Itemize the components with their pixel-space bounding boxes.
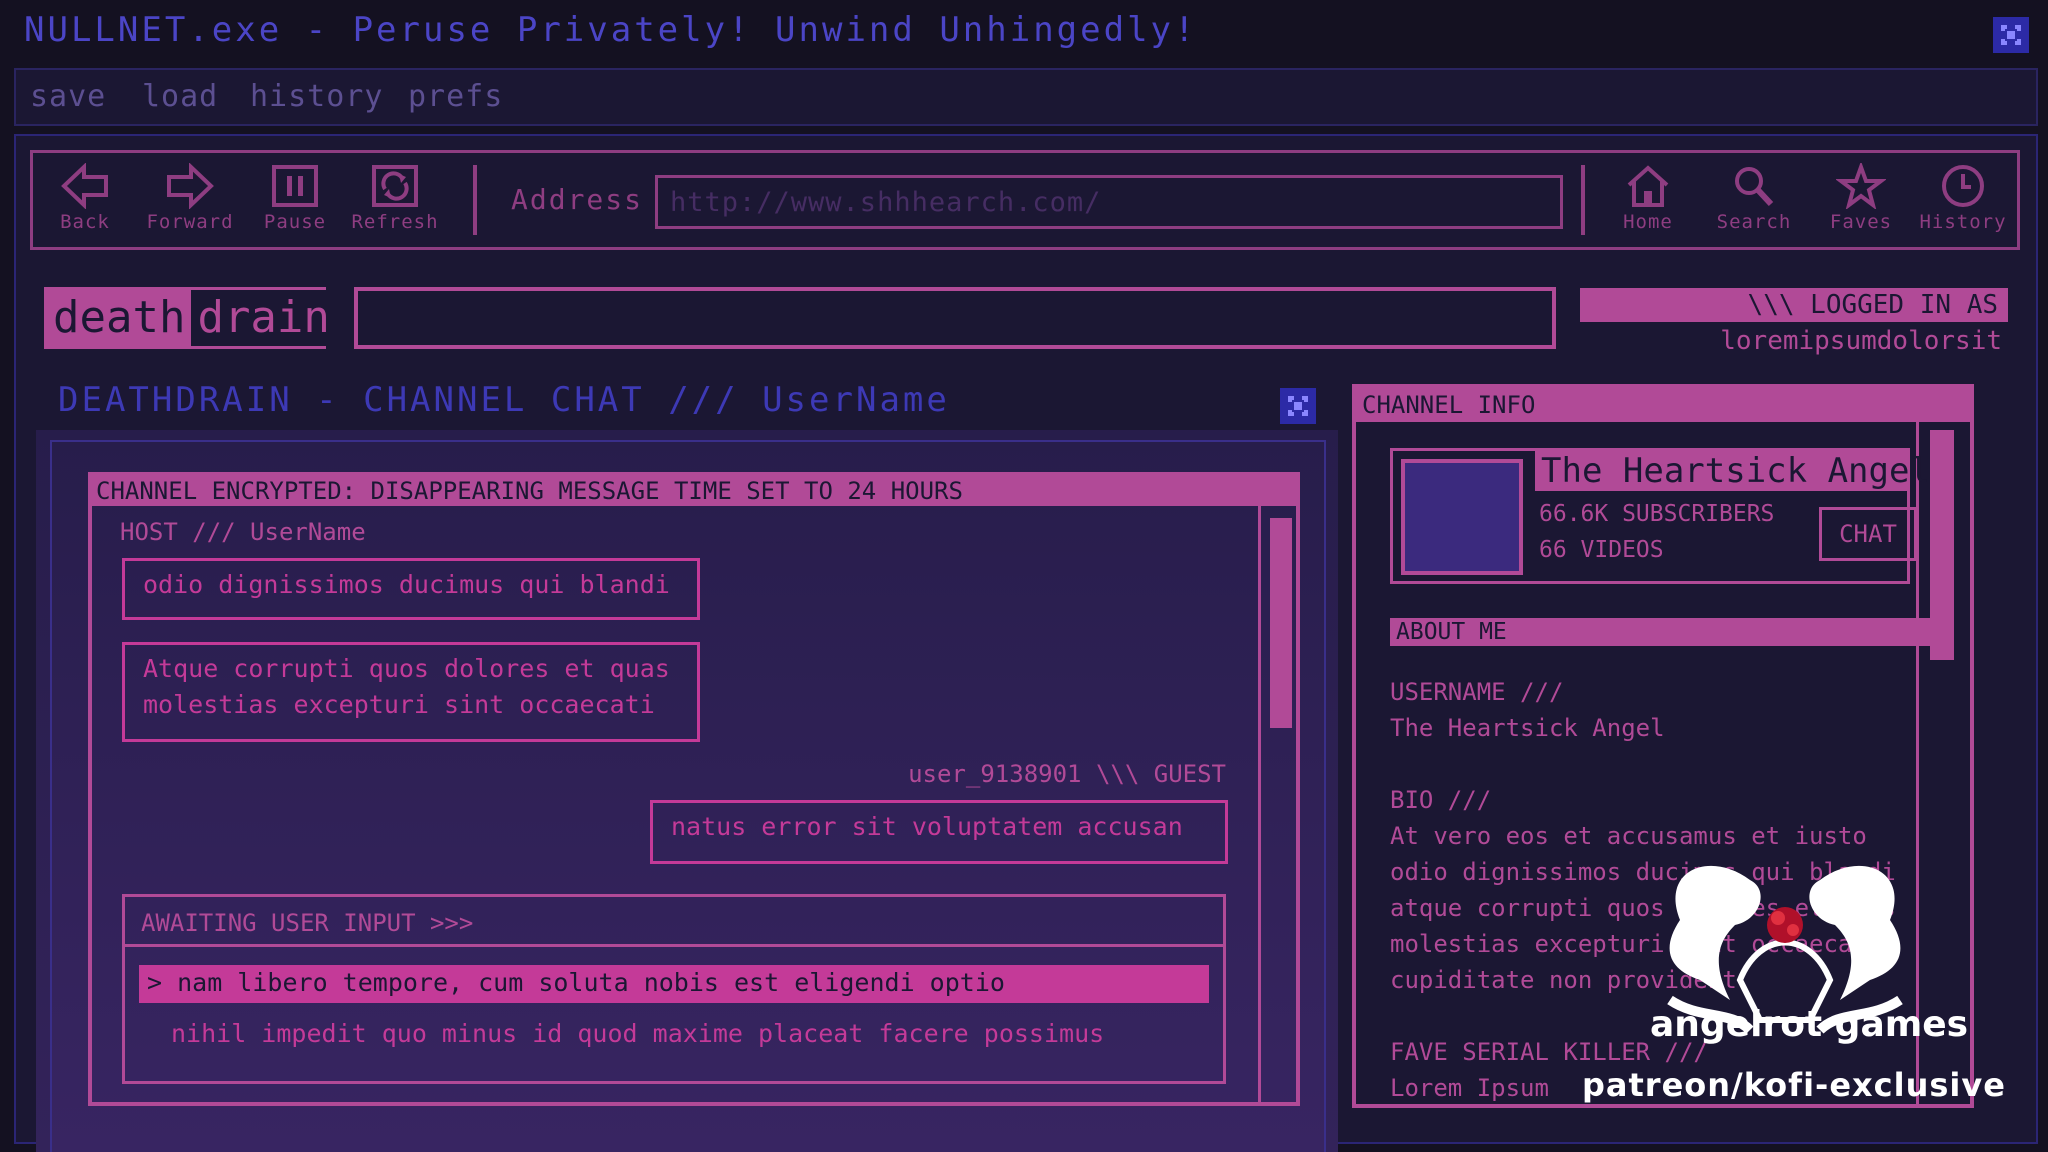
title-bar: NULLNET.exe - Peruse Privately! Unwind U… [0, 0, 2048, 68]
bio-label: BIO /// [1390, 786, 1492, 814]
pause-button[interactable]: Pause [255, 153, 335, 247]
forward-button[interactable]: Forward [137, 153, 243, 247]
close-icon [1288, 396, 1308, 416]
guest-message: natus error sit voluptatem accusan [650, 800, 1228, 864]
address-label: Address [511, 183, 644, 216]
star-icon [1836, 163, 1886, 209]
close-icon [2001, 25, 2021, 45]
menu-save[interactable]: save [30, 79, 106, 114]
message-text: Atque corrupti quos dolores et quas [143, 654, 670, 683]
video-count: 66 VIDEOS [1539, 537, 1664, 563]
logged-in-username[interactable]: loremipsumdolorsit [1580, 326, 2008, 356]
home-button[interactable]: Home [1603, 153, 1693, 247]
menu-load[interactable]: load [142, 79, 218, 114]
host-label: HOST /// UserName [120, 518, 366, 546]
user-input-panel: AWAITING USER INPUT >>> > nam libero tem… [122, 894, 1226, 1084]
encryption-notice: CHANNEL ENCRYPTED: DISAPPEARING MESSAGE … [92, 476, 1296, 506]
menu-history[interactable]: history [250, 79, 383, 114]
toolbar-divider [473, 165, 477, 235]
forward-arrow-icon [167, 163, 214, 209]
back-label: Back [60, 211, 110, 233]
search-icon [1735, 167, 1774, 207]
pause-icon [272, 165, 318, 207]
site-logo[interactable]: death drain [44, 287, 336, 349]
back-button[interactable]: Back [45, 153, 125, 247]
menu-prefs[interactable]: prefs [408, 79, 503, 114]
about-me-header: ABOUT ME [1390, 618, 1942, 646]
refresh-label: Refresh [351, 211, 439, 233]
message-text: natus error sit voluptatem accusan [671, 812, 1183, 841]
back-arrow-icon [61, 163, 108, 209]
username-label: USERNAME /// [1390, 678, 1564, 706]
home-icon [1627, 165, 1669, 207]
watermark-brand: angelrot games [1650, 1004, 1969, 1045]
logged-in-banner: \\\ LOGGED IN AS [1580, 288, 2008, 322]
refresh-button[interactable]: Refresh [343, 153, 447, 247]
forward-label[interactable]: Forward [146, 211, 233, 233]
site-search-input[interactable] [354, 287, 1556, 349]
window-title: NULLNET.exe - Peruse Privately! Unwind U… [24, 10, 1198, 50]
browser-toolbar: Back Forward Pause Refresh Address Home [30, 150, 2020, 250]
chat-window: DEATHDRAIN - CHANNEL CHAT /// UserName C… [36, 370, 1338, 1152]
guest-label: user_9138901 \\\ GUEST [908, 760, 1226, 788]
fave-serial-killer-value: Lorem Ipsum [1390, 1074, 1549, 1102]
address-input[interactable] [655, 175, 1563, 229]
history-label: History [1919, 211, 2007, 233]
chat-close-button[interactable] [1280, 388, 1316, 424]
chat-panel: CHANNEL ENCRYPTED: DISAPPEARING MESSAGE … [88, 472, 1300, 1106]
faves-button[interactable]: Faves [1813, 153, 1909, 247]
channel-card: The Heartsick Angel 66.6K SUBSCRIBERS 66… [1390, 448, 1930, 584]
awaiting-input-label: AWAITING USER INPUT >>> [125, 897, 1223, 947]
host-message: odio dignissimos ducimus qui blandi [122, 558, 700, 620]
search-button[interactable]: Search [1703, 153, 1805, 247]
home-label: Home [1623, 211, 1673, 233]
reply-option-selected[interactable]: > nam libero tempore, cum soluta nobis e… [139, 965, 1209, 1003]
history-button[interactable]: History [1913, 153, 2013, 247]
username-value: The Heartsick Angel [1390, 714, 1665, 742]
avatar [1401, 459, 1523, 575]
window-close-button[interactable] [1993, 17, 2029, 53]
host-message: Atque corrupti quos dolores et quas mole… [122, 642, 700, 742]
chat-scrollbar-thumb[interactable] [1270, 518, 1292, 728]
logo-text-death: death [47, 290, 192, 346]
message-text: odio dignissimos ducimus qui blandi [143, 570, 670, 599]
clock-icon [1942, 165, 1984, 207]
search-label: Search [1716, 211, 1792, 233]
faves-label: Faves [1829, 211, 1893, 233]
chat-window-title: DEATHDRAIN - CHANNEL CHAT /// UserName [58, 380, 950, 420]
message-text: molestias excepturi sint occaecati [143, 690, 655, 719]
subscriber-count: 66.6K SUBSCRIBERS [1539, 501, 1775, 527]
watermark-tagline: patreon/kofi-exclusive [1582, 1066, 2006, 1104]
channel-name: The Heartsick Angel [1535, 451, 1930, 491]
toolbar-divider [1581, 165, 1585, 235]
refresh-icon [372, 165, 418, 207]
channel-info-title: CHANNEL INFO [1356, 388, 1970, 422]
reply-option[interactable]: nihil impedit quo minus id quod maxime p… [171, 1019, 1104, 1048]
pause-label: Pause [263, 211, 327, 233]
logo-text-drain: drain [191, 290, 336, 346]
menu-bar: save load history prefs [14, 68, 2038, 126]
chat-button[interactable]: CHAT [1819, 507, 1917, 561]
